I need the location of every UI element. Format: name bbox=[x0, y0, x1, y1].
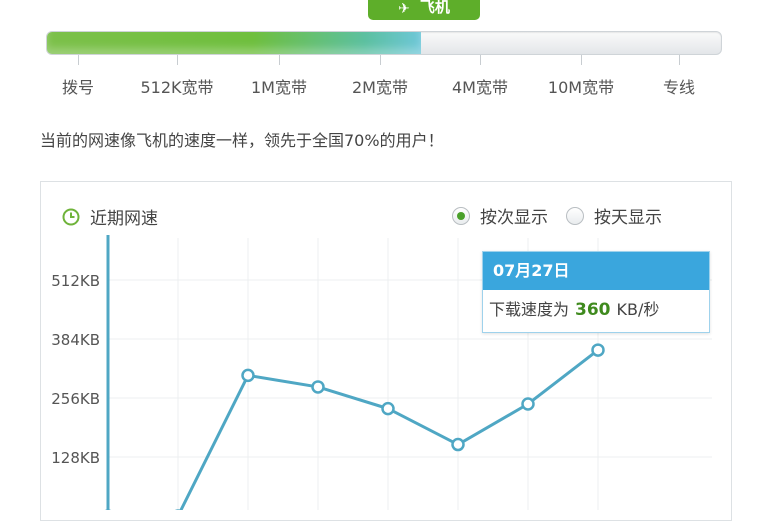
speed-data-point[interactable] bbox=[451, 437, 465, 452]
y-tick-label: 512KB bbox=[51, 272, 100, 290]
tooltip-prefix: 下载速度为 bbox=[489, 300, 570, 319]
speed-data-point[interactable] bbox=[381, 401, 395, 416]
y-tick-label: 128KB bbox=[51, 449, 100, 467]
speed-series-line bbox=[179, 348, 599, 510]
tooltip-date: 07月27日 bbox=[483, 252, 709, 290]
tooltip-value: 360 bbox=[575, 300, 611, 320]
y-tick-label: 384KB bbox=[51, 331, 100, 349]
speed-tooltip: 07月27日 下载速度为 360 KB/秒 bbox=[482, 251, 710, 333]
speed-data-point[interactable] bbox=[521, 397, 535, 411]
y-tick-label: 256KB bbox=[51, 390, 100, 408]
tooltip-unit: KB/秒 bbox=[616, 300, 660, 319]
speed-data-point[interactable] bbox=[591, 343, 605, 357]
speed-data-point[interactable] bbox=[241, 368, 255, 383]
speed-data-point[interactable] bbox=[311, 380, 325, 394]
tooltip-body: 下载速度为 360 KB/秒 bbox=[483, 290, 709, 330]
